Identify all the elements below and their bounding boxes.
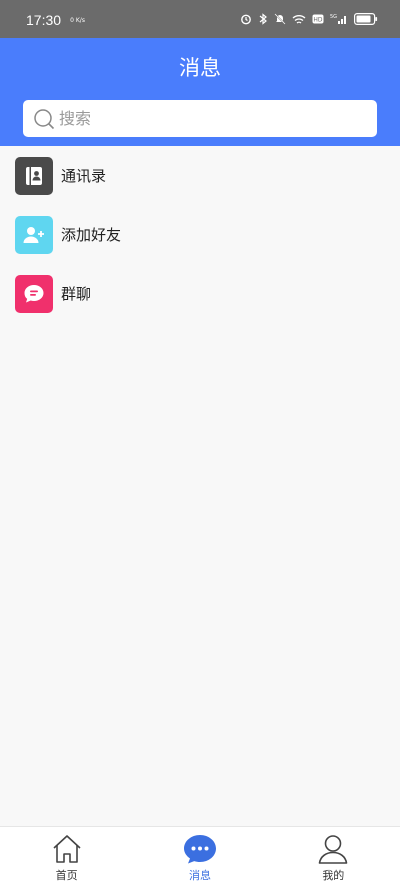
list-item-group-chat[interactable]: 群聊	[0, 264, 400, 323]
signal-icon: 5G	[330, 14, 346, 24]
net-speed: 0 K/s	[70, 16, 85, 24]
bottom-nav: 首页 消息 我的	[0, 826, 400, 887]
list-item-label: 群聊	[61, 285, 92, 303]
list-item-add-friend[interactable]: 添加好友	[0, 205, 400, 264]
message-icon	[183, 835, 216, 864]
add-friend-icon	[15, 215, 53, 254]
search-icon	[34, 108, 55, 129]
wifi-icon	[292, 14, 306, 24]
status-time: 17:30	[26, 11, 62, 28]
list-item-label: 添加好友	[61, 226, 122, 244]
status-bar: 17:30 0 K/s HD 5G	[0, 0, 400, 38]
status-left: 17:30 0 K/s	[26, 10, 85, 29]
svg-text:5G: 5G	[330, 14, 337, 20]
list-item-contacts[interactable]: 通讯录	[0, 146, 400, 205]
alarm-icon	[241, 14, 251, 25]
page-title: 消息	[179, 56, 221, 80]
hd-icon: HD	[312, 14, 324, 24]
nav-label-messages: 消息	[188, 869, 211, 882]
nav-label-home: 首页	[55, 869, 78, 882]
nav-item-profile[interactable]: 我的	[267, 827, 400, 887]
nav-label-profile: 我的	[322, 869, 345, 882]
nav-item-messages[interactable]: 消息	[133, 827, 266, 887]
list-item-label: 通讯录	[61, 167, 107, 185]
svg-text:HD: HD	[313, 17, 323, 24]
home-icon	[53, 835, 81, 863]
status-icons: HD 5G	[240, 13, 378, 25]
battery-icon	[354, 13, 378, 25]
profile-icon	[319, 835, 348, 864]
bluetooth-icon	[259, 13, 267, 25]
mute-icon	[274, 13, 286, 25]
search-input[interactable]	[59, 109, 359, 128]
search-bar[interactable]	[23, 100, 377, 137]
nav-item-home[interactable]: 首页	[0, 827, 133, 887]
header: 消息	[0, 38, 400, 146]
menu-list: 通讯录 添加好友 群聊	[0, 146, 400, 323]
contacts-icon	[15, 156, 53, 195]
group-chat-icon	[15, 274, 53, 313]
